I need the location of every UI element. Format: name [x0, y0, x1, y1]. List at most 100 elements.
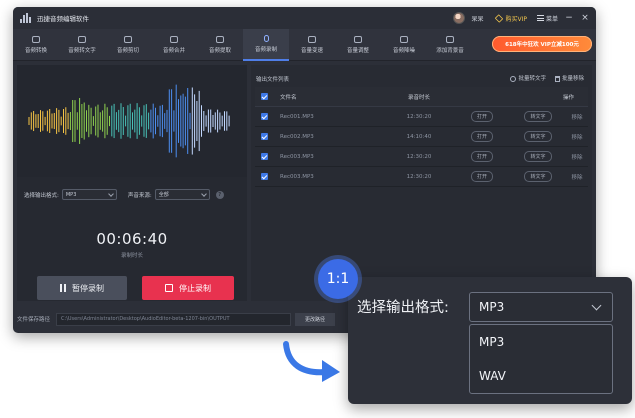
tool-speed-change[interactable]: 音量变速 [289, 29, 335, 61]
pause-label: 暂停录制 [72, 283, 104, 293]
remove-button[interactable]: 移除 [566, 153, 588, 161]
change-path-button[interactable]: 更改路径 [295, 312, 336, 326]
buy-vip-button[interactable]: 购买VIP [495, 13, 527, 23]
open-button[interactable]: 打开 [470, 131, 493, 142]
table-header: 文件名 录音时长 操作 [255, 87, 588, 107]
convert-text-button[interactable]: 转文字 [524, 171, 552, 182]
file-list-panel: 输出文件列表 批量转文字 批量移除 文件名 录音时长 操作 Rec001.MP3… [251, 65, 592, 301]
zoom-format-value: MP3 [479, 300, 505, 314]
table-row: Rec002.MP3 14:10:40 打开 转文字 移除 [255, 127, 588, 147]
zoom-format-select[interactable]: MP3 [469, 292, 613, 322]
tool-label: 音频剪切 [116, 48, 139, 54]
tool-audio-cut[interactable]: 音频剪切 [105, 29, 151, 61]
stop-recording-button[interactable]: 停止录制 [142, 276, 234, 300]
convert-icon [32, 36, 40, 43]
file-name: Rec003.MP3 [280, 173, 314, 180]
col-duration: 录音时长 [407, 94, 430, 101]
diamond-icon [495, 13, 504, 23]
batch-remove-button[interactable]: 批量移除 [554, 74, 584, 82]
buy-vip-label: 购买VIP [505, 15, 527, 23]
convert-text-button[interactable]: 转文字 [524, 131, 552, 142]
elapsed-label: 录制时长 [120, 253, 143, 259]
tool-label: 音频转换 [24, 48, 47, 54]
file-duration: 14:10:40 [406, 133, 432, 140]
zoom-ratio-badge: 1:1 [318, 259, 358, 299]
menu-label: 菜单 [545, 15, 558, 23]
remove-button[interactable]: 移除 [566, 133, 588, 141]
table-row: Rec003.MP3 12:30:20 打开 转文字 移除 [255, 147, 588, 167]
speech-to-text-icon [78, 36, 86, 43]
batch-convert-button[interactable]: 批量转文字 [510, 74, 546, 82]
file-name: Rec001.MP3 [280, 113, 314, 120]
tool-label: 音频提取 [208, 48, 231, 54]
volume-icon [354, 36, 362, 43]
tool-label: 音量调整 [346, 48, 369, 54]
extract-icon [216, 36, 224, 43]
background-music-icon [446, 36, 454, 43]
tool-volume-adjust[interactable]: 音量调整 [335, 29, 381, 61]
format-option-wav[interactable]: WAV [470, 359, 612, 393]
pointer-arrow-icon [283, 341, 340, 382]
feature-toolbar: 音频转换 音频转文字 音频剪切 音频合并 音频提取 音频录制 音量变速 音量调整… [13, 29, 596, 61]
microphone-icon [263, 35, 269, 42]
open-button[interactable]: 打开 [470, 151, 493, 162]
tool-label: 音量变速 [300, 48, 323, 54]
menu-button[interactable]: 菜单 [536, 14, 558, 23]
tool-speech-to-text[interactable]: 音频转文字 [59, 29, 105, 61]
format-label: 选择输出格式: [24, 192, 59, 199]
open-button[interactable]: 打开 [470, 111, 493, 122]
col-name: 文件名 [280, 94, 297, 101]
source-select[interactable]: 全部 [154, 189, 210, 200]
file-duration: 12:30:20 [406, 173, 432, 180]
tool-denoise[interactable]: 音频降噪 [381, 29, 427, 61]
chevron-down-icon [108, 190, 114, 197]
minimize-icon[interactable]: − [564, 13, 574, 23]
speed-icon [308, 36, 316, 43]
tool-audio-record[interactable]: 音频录制 [243, 29, 289, 61]
scissors-icon [124, 36, 132, 43]
tool-label: 音频转文字 [68, 48, 96, 54]
zoom-format-label: 选择输出格式: [357, 300, 449, 316]
format-dropdown-list: MP3 WAV [469, 324, 613, 394]
tool-audio-extract[interactable]: 音频提取 [197, 29, 243, 61]
tool-label: 音频合并 [162, 48, 185, 54]
help-icon[interactable]: ? [215, 190, 224, 199]
table-row: Rec003.MP3 12:30:20 打开 转文字 移除 [255, 167, 588, 187]
user-avatar[interactable] [453, 12, 466, 24]
user-name[interactable]: 呆呆 [471, 14, 483, 23]
row-checkbox[interactable] [261, 113, 268, 120]
remove-button[interactable]: 移除 [566, 173, 588, 181]
row-checkbox[interactable] [261, 153, 268, 160]
recorder-panel: 选择输出格式: MP3 声音来源: 全部 ? 00:06:40 录制时长 暂停录… [17, 65, 247, 301]
stop-icon [165, 284, 173, 292]
promo-banner[interactable]: 618年中狂欢 VIP立减100元 [492, 36, 592, 52]
row-checkbox[interactable] [261, 173, 268, 180]
file-duration: 12:30:20 [406, 153, 432, 160]
trash-icon [554, 75, 560, 82]
save-path-input[interactable]: C:\Users\Administrator\Desktop\AudioEdit… [56, 312, 292, 326]
close-icon[interactable]: × [580, 13, 590, 23]
tool-audio-merge[interactable]: 音频合并 [151, 29, 197, 61]
tool-label: 音频录制 [254, 47, 277, 53]
menu-icon [536, 15, 544, 21]
remove-button[interactable]: 移除 [566, 113, 588, 121]
tool-audio-convert[interactable]: 音频转换 [13, 29, 59, 61]
tool-label: 音频降噪 [392, 48, 415, 54]
file-name: Rec002.MP3 [280, 133, 314, 140]
file-duration: 12:30:20 [406, 113, 432, 120]
convert-text-button[interactable]: 转文字 [524, 111, 552, 122]
select-all-checkbox[interactable] [261, 93, 268, 100]
row-checkbox[interactable] [261, 133, 268, 140]
convert-text-button[interactable]: 转文字 [524, 151, 552, 162]
table-row: Rec001.MP3 12:30:20 打开 转文字 移除 [255, 107, 588, 127]
tool-background-music[interactable]: 添加背景音 [427, 29, 473, 61]
title-bar-controls: 呆呆 购买VIP 菜单 − × [453, 7, 590, 29]
open-button[interactable]: 打开 [470, 171, 493, 182]
format-select[interactable]: MP3 [61, 189, 117, 200]
pause-recording-button[interactable]: 暂停录制 [37, 276, 127, 300]
format-option-mp3[interactable]: MP3 [470, 325, 612, 359]
stop-label: 停止录制 [179, 283, 211, 293]
title-bar: 迅捷音频编辑软件 呆呆 购买VIP 菜单 − × [13, 7, 596, 29]
format-value: MP3 [65, 191, 77, 198]
app-title: 迅捷音频编辑软件 [37, 15, 89, 23]
